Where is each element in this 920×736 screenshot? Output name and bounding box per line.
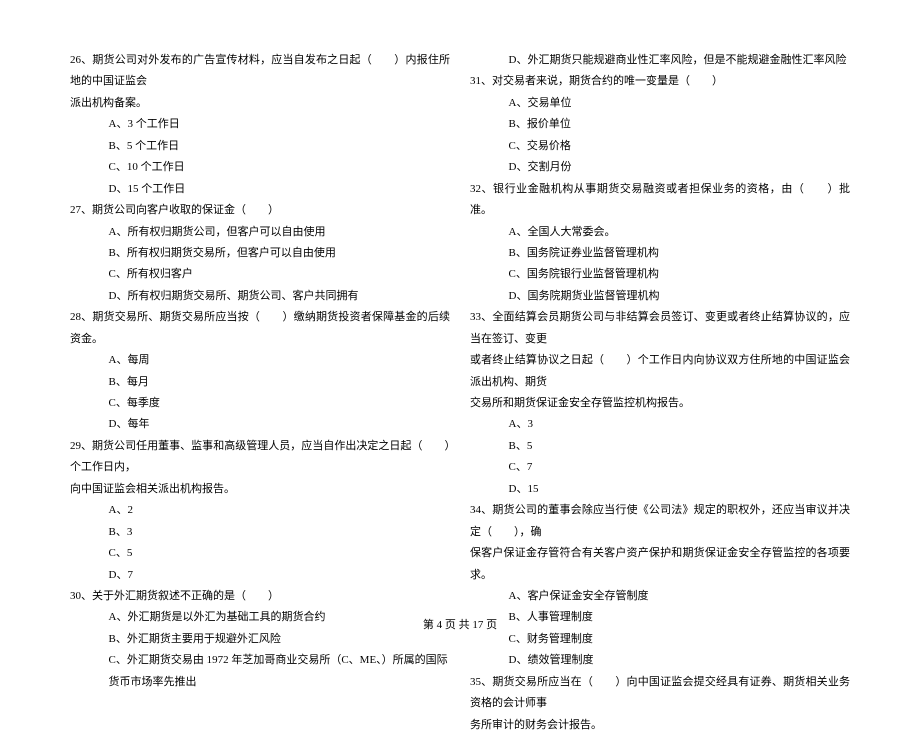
- q33-text-3: 交易所和期货保证金安全存管监控机构报告。: [470, 393, 850, 414]
- q35-text-1: 35、期货交易所应当在（ ）向中国证监会提交经具有证券、期货相关业务资格的会计师…: [470, 672, 850, 715]
- q30-opt-d: D、外汇期货只能规避商业性汇率风险，但是不能规避金融性汇率风险: [470, 50, 850, 71]
- q34-opt-c: C、财务管理制度: [470, 629, 850, 650]
- q34-text-1: 34、期货公司的董事会除应当行使《公司法》规定的职权外，还应当审议并决定（ ），…: [470, 500, 850, 543]
- q28-text-1: 28、期货交易所、期货交易所应当按（ ）缴纳期货投资者保障基金的后续资金。: [70, 307, 450, 350]
- q29-opt-a: A、2: [70, 500, 450, 521]
- q28-opt-b: B、每月: [70, 372, 450, 393]
- q32-opt-a: A、全国人大常委会。: [470, 222, 850, 243]
- q27-opt-b: B、所有权归期货交易所，但客户可以自由使用: [70, 243, 450, 264]
- page-footer: 第 4 页 共 17 页: [0, 616, 920, 632]
- left-column: 26、期货公司对外发布的广告宣传材料，应当自发布之日起（ ）内报住所地的中国证监…: [70, 50, 450, 736]
- q32-opt-d: D、国务院期货业监督管理机构: [470, 286, 850, 307]
- q32-text-1: 32、银行业金融机构从事期货交易融资或者担保业务的资格，由（ ）批准。: [470, 179, 850, 222]
- q29-opt-c: C、5: [70, 543, 450, 564]
- q31-opt-a: A、交易单位: [470, 93, 850, 114]
- q26-opt-b: B、5 个工作日: [70, 136, 450, 157]
- q33-opt-d: D、15: [470, 479, 850, 500]
- q29-text-2: 向中国证监会相关派出机构报告。: [70, 479, 450, 500]
- q27-opt-d: D、所有权归期货交易所、期货公司、客户共同拥有: [70, 286, 450, 307]
- q28-opt-a: A、每周: [70, 350, 450, 371]
- q33-text-2: 或者终止结算协议之日起（ ）个工作日内向协议双方住所地的中国证监会派出机构、期货: [470, 350, 850, 393]
- q31-text-1: 31、对交易者来说，期货合约的唯一变量是（ ）: [470, 71, 850, 92]
- q26-text-1: 26、期货公司对外发布的广告宣传材料，应当自发布之日起（ ）内报住所地的中国证监…: [70, 50, 450, 93]
- q28-opt-c: C、每季度: [70, 393, 450, 414]
- q27-opt-c: C、所有权归客户: [70, 264, 450, 285]
- q33-text-1: 33、全面结算会员期货公司与非结算会员签订、变更或者终止结算协议的，应当在签订、…: [470, 307, 850, 350]
- q30-text-1: 30、关于外汇期货叙述不正确的是（ ）: [70, 586, 450, 607]
- q32-opt-b: B、国务院证券业监督管理机构: [470, 243, 850, 264]
- q34-text-2: 保客户保证金存管符合有关客户资产保护和期货保证金安全存管监控的各项要求。: [470, 543, 850, 586]
- q34-opt-d: D、绩效管理制度: [470, 650, 850, 671]
- q26-opt-d: D、15 个工作日: [70, 179, 450, 200]
- q28-opt-d: D、每年: [70, 414, 450, 435]
- q27-text-1: 27、期货公司向客户收取的保证金（ ）: [70, 200, 450, 221]
- q30-opt-b: B、外汇期货主要用于规避外汇风险: [70, 629, 450, 650]
- q29-text-1: 29、期货公司任用董事、监事和高级管理人员，应当自作出决定之日起（ ）个工作日内…: [70, 436, 450, 479]
- q33-opt-a: A、3: [470, 414, 850, 435]
- q30-opt-c: C、外汇期货交易由 1972 年芝加哥商业交易所（C、ME、）所属的国际货币市场…: [70, 650, 450, 693]
- q29-opt-b: B、3: [70, 522, 450, 543]
- q33-opt-b: B、5: [470, 436, 850, 457]
- q34-opt-a: A、客户保证金安全存管制度: [470, 586, 850, 607]
- q31-opt-d: D、交割月份: [470, 157, 850, 178]
- q26-opt-a: A、3 个工作日: [70, 114, 450, 135]
- q29-opt-d: D、7: [70, 565, 450, 586]
- q27-opt-a: A、所有权归期货公司，但客户可以自由使用: [70, 222, 450, 243]
- q32-opt-c: C、国务院银行业监督管理机构: [470, 264, 850, 285]
- q26-opt-c: C、10 个工作日: [70, 157, 450, 178]
- q31-opt-c: C、交易价格: [470, 136, 850, 157]
- q26-text-2: 派出机构备案。: [70, 93, 450, 114]
- right-column: D、外汇期货只能规避商业性汇率风险，但是不能规避金融性汇率风险 31、对交易者来…: [470, 50, 850, 736]
- q35-text-2: 务所审计的财务会计报告。: [470, 715, 850, 736]
- q33-opt-c: C、7: [470, 457, 850, 478]
- q31-opt-b: B、报价单位: [470, 114, 850, 135]
